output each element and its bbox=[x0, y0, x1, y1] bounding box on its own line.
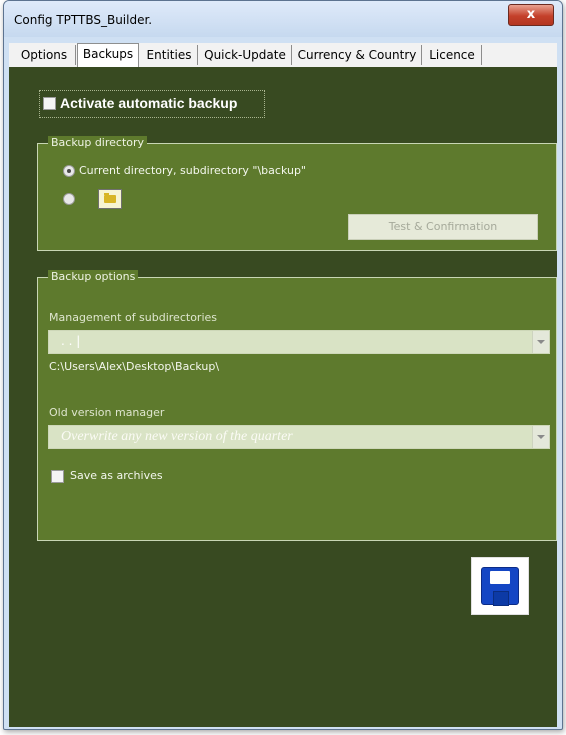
backup-options-legend: Backup options bbox=[48, 270, 139, 283]
radio-custom-directory[interactable] bbox=[63, 193, 75, 205]
window-title: Config TPTTBS_Builder. bbox=[14, 13, 153, 27]
chevron-down-icon[interactable] bbox=[532, 331, 549, 353]
floppy-disk-icon bbox=[481, 567, 519, 606]
tab-entities[interactable]: Entities bbox=[141, 45, 198, 65]
disk-label bbox=[490, 571, 510, 584]
browse-folder-button[interactable] bbox=[98, 189, 122, 209]
old-version-label: Old version manager bbox=[49, 406, 165, 419]
tab-quick-update[interactable]: Quick-Update bbox=[199, 45, 292, 65]
test-confirmation-button[interactable]: Test & Confirmation bbox=[348, 214, 538, 240]
old-version-combo[interactable]: Overwrite any new version of the quarter bbox=[48, 425, 550, 449]
backup-path-text: C:\Users\Alex\Desktop\Backup\ bbox=[49, 360, 220, 373]
close-button[interactable]: x bbox=[508, 4, 554, 26]
tab-currency-country[interactable]: Currency & Country bbox=[293, 45, 422, 65]
save-archives-label: Save as archives bbox=[70, 469, 163, 482]
save-archives-checkbox[interactable] bbox=[51, 470, 64, 483]
tab-options[interactable]: Options bbox=[13, 45, 76, 65]
old-version-value: Overwrite any new version of the quarter bbox=[61, 429, 293, 444]
backups-panel: Activate automatic backup Backup directo… bbox=[9, 67, 557, 727]
subdirectories-value: . . | bbox=[61, 334, 81, 348]
backup-directory-group: Backup directory Current directory, subd… bbox=[37, 136, 557, 251]
disk-slot bbox=[493, 591, 509, 606]
tab-licence[interactable]: Licence bbox=[423, 45, 482, 65]
radio-current-directory-label: Current directory, subdirectory "\backup… bbox=[79, 164, 306, 177]
radio-current-directory[interactable] bbox=[63, 165, 75, 177]
subdirectories-combo[interactable]: . . | bbox=[48, 330, 550, 354]
folder-icon bbox=[104, 193, 116, 203]
activate-backup-label: Activate automatic backup bbox=[60, 95, 238, 111]
backup-directory-legend: Backup directory bbox=[48, 136, 148, 149]
save-button[interactable] bbox=[471, 557, 529, 615]
activate-backup-checkbox[interactable] bbox=[43, 97, 56, 110]
close-icon: x bbox=[526, 7, 536, 22]
backup-options-group: Backup options Management of subdirector… bbox=[37, 270, 557, 541]
tab-backups[interactable]: Backups bbox=[77, 43, 139, 67]
subdirectories-label: Management of subdirectories bbox=[49, 311, 217, 324]
title-bar[interactable]: Config TPTTBS_Builder. x bbox=[4, 1, 562, 37]
chevron-down-icon[interactable] bbox=[532, 426, 549, 448]
config-window: Config TPTTBS_Builder. x Options Backups… bbox=[3, 0, 563, 730]
tab-strip: Options Backups Entities Quick-Update Cu… bbox=[9, 43, 557, 68]
